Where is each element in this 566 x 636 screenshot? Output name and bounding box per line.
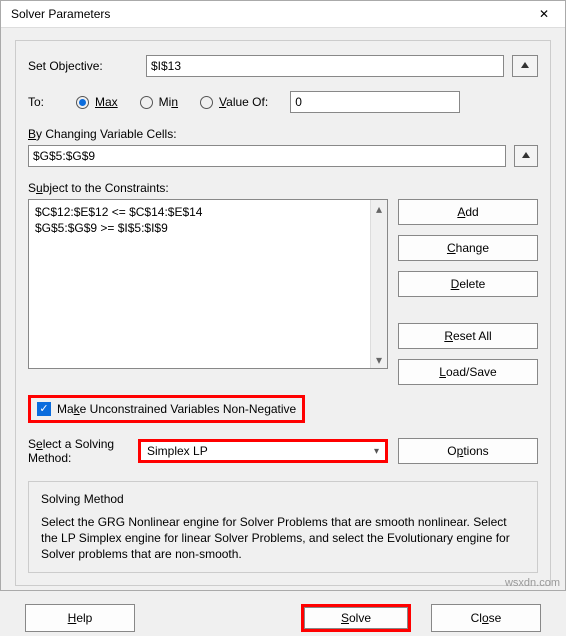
constraints-listbox[interactable]: $C$12:$E$12 <= $C$14:$E$14 $G$5:$G$9 >= … [28, 199, 388, 369]
objective-input[interactable] [146, 55, 504, 77]
to-row: To: Max Min Value Of: [28, 91, 538, 113]
delete-button[interactable]: Delete [398, 271, 538, 297]
radio-valueof-label: Value Of: [219, 95, 268, 109]
solver-parameters-dialog: Solver Parameters ✕ Set Objective: To: M… [0, 0, 566, 591]
dialog-title: Solver Parameters [11, 7, 110, 21]
main-panel: Set Objective: To: Max Min [15, 40, 551, 586]
reset-all-button[interactable]: Reset All [398, 323, 538, 349]
subject-to-label: Subject to the Constraints: [28, 181, 538, 195]
by-changing-label: By Changing Variable Cells: [28, 127, 538, 141]
options-button[interactable]: Options [398, 438, 538, 464]
titlebar: Solver Parameters ✕ [1, 1, 565, 28]
listbox-scrollbar[interactable]: ▴ ▾ [370, 200, 387, 368]
constraint-buttons: Add Change Delete Reset All Load/Save [398, 199, 538, 385]
to-radio-group: Max Min Value Of: [76, 91, 460, 113]
scroll-down-icon[interactable]: ▾ [371, 351, 388, 368]
radio-max-indicator [76, 96, 89, 109]
solving-method-desc: Select the GRG Nonlinear engine for Solv… [41, 514, 525, 562]
constraints-area: $C$12:$E$12 <= $C$14:$E$14 $G$5:$G$9 >= … [28, 199, 538, 385]
constraint-item[interactable]: $C$12:$E$12 <= $C$14:$E$14 [35, 204, 381, 220]
method-row: Select a Solving Method: Simplex LP ▾ Op… [28, 437, 538, 465]
help-button[interactable]: Help [25, 604, 135, 632]
changing-cells-row [28, 145, 538, 167]
close-button[interactable]: Close [431, 604, 541, 632]
load-save-button[interactable]: Load/Save [398, 359, 538, 385]
radio-max-label: Max [95, 95, 118, 109]
dialog-body: Set Objective: To: Max Min [1, 28, 565, 594]
set-objective-label: Set Objective: [28, 59, 138, 73]
changing-cells-range-picker[interactable] [514, 145, 538, 167]
value-of-input[interactable] [290, 91, 460, 113]
changing-cells-input[interactable] [28, 145, 506, 167]
objective-range-picker[interactable] [512, 55, 538, 77]
constraint-item[interactable]: $G$5:$G$9 >= $I$5:$I$9 [35, 220, 381, 236]
checkbox-icon: ✓ [37, 402, 51, 416]
footer: Help Solve Close [1, 594, 565, 636]
close-icon[interactable]: ✕ [533, 7, 555, 21]
to-label: To: [28, 95, 68, 109]
solve-highlight: Solve [301, 604, 411, 632]
watermark: wsxdn.com [505, 577, 560, 589]
select-method-label: Select a Solving Method: [28, 437, 128, 465]
unconstrained-label: Make Unconstrained Variables Non-Negativ… [57, 402, 296, 416]
radio-min[interactable]: Min [140, 95, 178, 109]
solving-method-box: Solving Method Select the GRG Nonlinear … [28, 481, 538, 573]
solve-button[interactable]: Solve [304, 607, 408, 629]
solving-method-title: Solving Method [41, 492, 525, 506]
radio-min-label: Min [159, 95, 178, 109]
chevron-down-icon: ▾ [374, 446, 379, 457]
radio-valueof-indicator [200, 96, 213, 109]
range-select-icon [519, 60, 531, 72]
radio-value-of[interactable]: Value Of: [200, 95, 268, 109]
method-select-value: Simplex LP [147, 444, 208, 458]
radio-max[interactable]: Max [76, 95, 118, 109]
range-select-icon [520, 150, 532, 162]
unconstrained-check-row[interactable]: ✓ Make Unconstrained Variables Non-Negat… [28, 395, 305, 423]
change-button[interactable]: Change [398, 235, 538, 261]
objective-row: Set Objective: [28, 55, 538, 77]
add-button[interactable]: Add [398, 199, 538, 225]
radio-min-indicator [140, 96, 153, 109]
method-select[interactable]: Simplex LP ▾ [138, 439, 388, 463]
scroll-up-icon[interactable]: ▴ [371, 200, 388, 217]
